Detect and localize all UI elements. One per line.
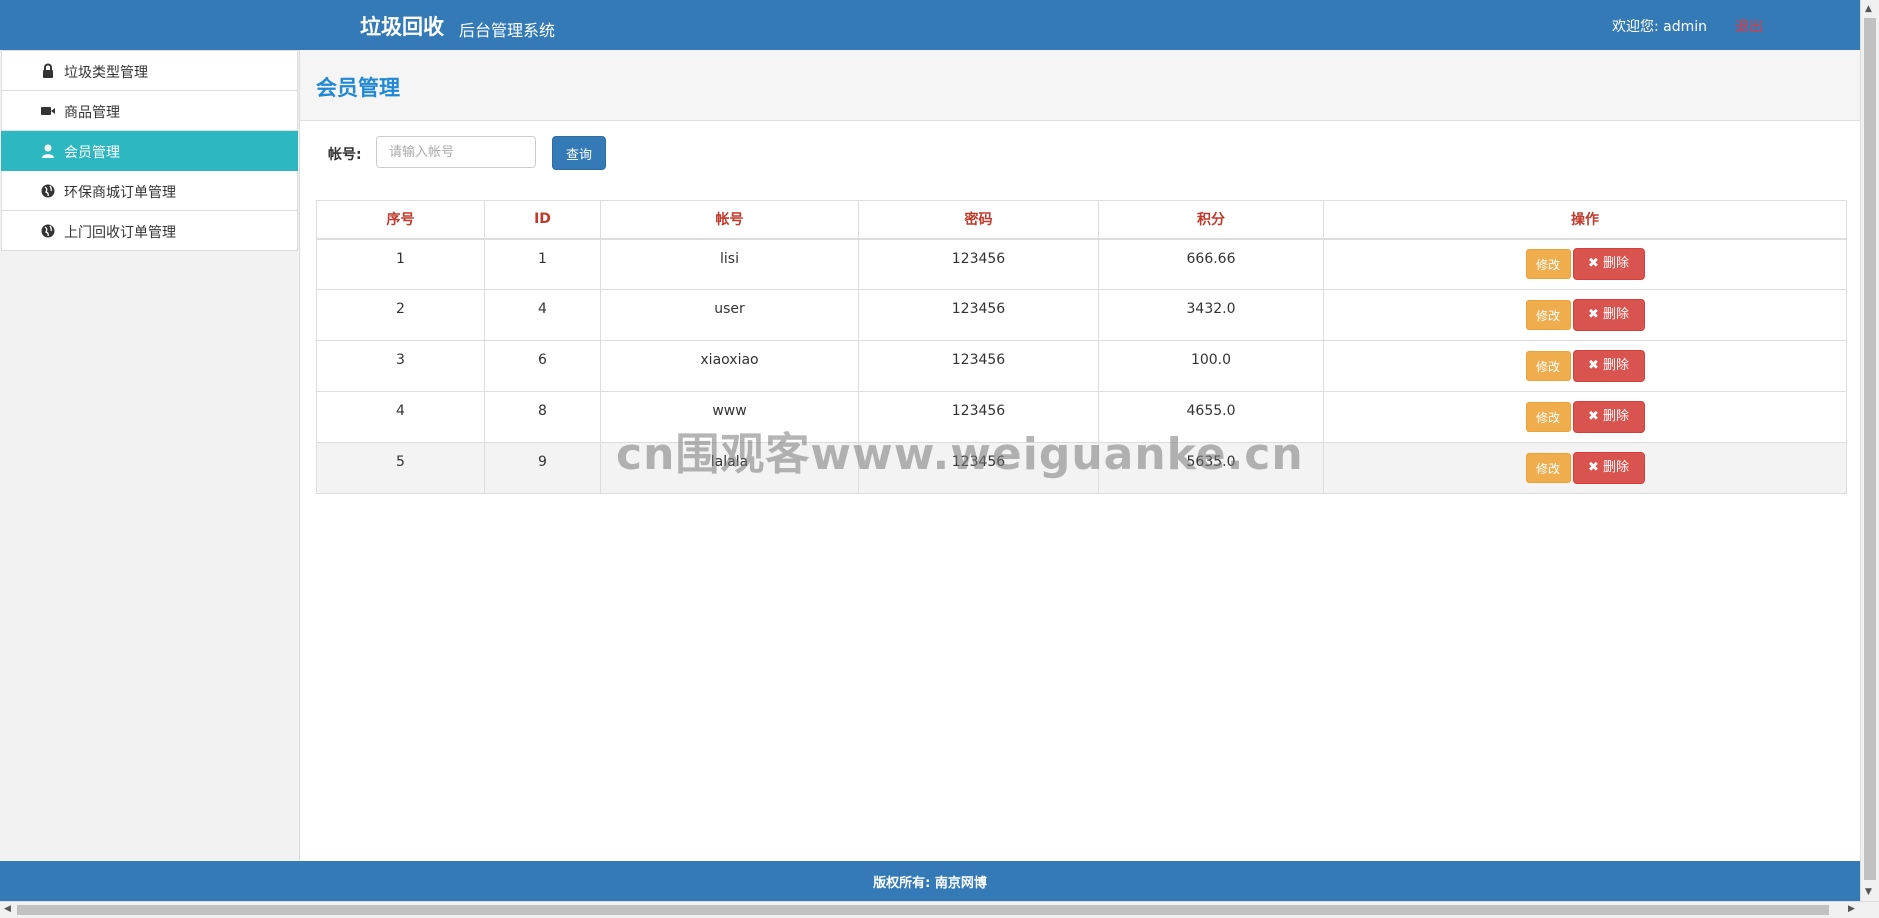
column-header-password: 密码: [858, 200, 1099, 240]
cell-account: xiaoxiao: [600, 340, 859, 392]
table-header-row: 序号 ID 帐号 密码 积分 操作: [316, 200, 1847, 240]
cell-id: 9: [484, 442, 601, 494]
cell-account: user: [600, 289, 859, 341]
edit-button[interactable]: 修改: [1525, 401, 1571, 432]
edit-button[interactable]: 修改: [1525, 248, 1571, 279]
edit-button[interactable]: 修改: [1525, 350, 1571, 381]
cell-index: 1: [316, 238, 485, 290]
sidebar-item-mall-orders[interactable]: 环保商城订单管理: [1, 171, 298, 211]
sidebar-item-members[interactable]: 会员管理: [1, 131, 298, 171]
cell-actions: 修改 ✖ 删除: [1323, 340, 1847, 392]
brand-title: 垃圾回收: [360, 15, 444, 39]
sidebar-menu: 垃圾类型管理 商品管理 会员管理 环保商城订单管理 上门回收订单管理: [1, 50, 298, 251]
edit-button[interactable]: 修改: [1525, 452, 1571, 483]
cell-points: 666.66: [1098, 238, 1324, 290]
cell-points: 100.0: [1098, 340, 1324, 392]
sidebar-item-goods[interactable]: 商品管理: [1, 91, 298, 131]
scroll-left-arrow-icon[interactable]: ◀: [4, 904, 11, 914]
delete-label: 删除: [1602, 459, 1629, 475]
sidebar-item-label: 垃圾类型管理: [64, 65, 148, 81]
delete-button[interactable]: ✖ 删除: [1572, 451, 1645, 484]
table-row: 2 4 user 123456 3432.0 修改 ✖ 删除: [316, 289, 1847, 341]
sidebar-item-pickup-orders[interactable]: 上门回收订单管理: [1, 211, 298, 251]
column-header-account: 帐号: [600, 200, 859, 240]
delete-button[interactable]: ✖ 删除: [1572, 400, 1645, 433]
logout-link[interactable]: 退出: [1735, 16, 1763, 36]
column-header-index: 序号: [316, 200, 485, 240]
watermark: cn围观客www.weiguanke.cn: [616, 429, 1304, 480]
brand-subtitle: 后台管理系统: [459, 21, 556, 40]
page-title: 会员管理: [316, 76, 400, 100]
sidebar: 垃圾类型管理 商品管理 会员管理 环保商城订单管理 上门回收订单管理: [0, 50, 300, 861]
account-label: 帐号:: [328, 147, 362, 163]
cell-id: 1: [484, 238, 601, 290]
cell-actions: 修改 ✖ 删除: [1323, 238, 1847, 290]
cell-id: 6: [484, 340, 601, 392]
table-row: 1 1 lisi 123456 666.66 修改 ✖ 删除: [316, 238, 1847, 290]
column-header-actions: 操作: [1323, 200, 1847, 240]
cell-actions: 修改 ✖ 删除: [1323, 442, 1847, 494]
lock-icon: [43, 63, 53, 78]
cell-password: 123456: [858, 340, 1099, 392]
cell-index: 2: [316, 289, 485, 341]
scroll-up-arrow-icon[interactable]: ▲: [1865, 4, 1872, 14]
close-icon: ✖: [1588, 408, 1599, 424]
cell-password: 123456: [858, 289, 1099, 341]
table-row: 3 6 xiaoxiao 123456 100.0 修改 ✖ 删除: [316, 340, 1847, 392]
page-header: 会员管理: [300, 50, 1860, 121]
search-button[interactable]: 查询: [552, 136, 606, 170]
delete-button[interactable]: ✖ 删除: [1572, 298, 1645, 331]
delete-label: 删除: [1602, 408, 1629, 424]
column-header-points: 积分: [1098, 200, 1324, 240]
cell-index: 3: [316, 340, 485, 392]
close-icon: ✖: [1588, 306, 1599, 322]
vertical-scrollbar[interactable]: ▲ ▼: [1860, 0, 1879, 901]
cell-index: 5: [316, 442, 485, 494]
copyright-text: 版权所有: 南京网博: [873, 876, 987, 891]
cell-password: 123456: [858, 238, 1099, 290]
cell-id: 4: [484, 289, 601, 341]
video-icon: [41, 107, 55, 115]
column-header-id: ID: [484, 200, 601, 240]
close-icon: ✖: [1588, 459, 1599, 475]
delete-label: 删除: [1602, 306, 1629, 322]
top-navbar: 垃圾回收 后台管理系统 欢迎您: admin 退出: [0, 0, 1860, 50]
sidebar-item-label: 环保商城订单管理: [64, 185, 176, 201]
delete-label: 删除: [1602, 357, 1629, 373]
cell-actions: 修改 ✖ 删除: [1323, 289, 1847, 341]
cell-id: 8: [484, 391, 601, 443]
cell-points: 3432.0: [1098, 289, 1324, 341]
sidebar-item-label: 上门回收订单管理: [64, 225, 176, 241]
close-icon: ✖: [1588, 357, 1599, 373]
cell-account: lisi: [600, 238, 859, 290]
cell-index: 4: [316, 391, 485, 443]
delete-button[interactable]: ✖ 删除: [1572, 349, 1645, 382]
user-icon: [42, 144, 54, 158]
edit-button[interactable]: 修改: [1525, 299, 1571, 330]
horizontal-scroll-thumb[interactable]: [17, 905, 1829, 915]
globe-icon: [41, 184, 55, 198]
delete-label: 删除: [1602, 255, 1629, 271]
sidebar-item-label: 商品管理: [64, 105, 120, 121]
scroll-down-arrow-icon[interactable]: ▼: [1865, 887, 1872, 897]
close-icon: ✖: [1588, 255, 1599, 271]
welcome-text: 欢迎您: admin: [1612, 19, 1708, 35]
scroll-right-arrow-icon[interactable]: ▶: [1848, 904, 1855, 914]
delete-button[interactable]: ✖ 删除: [1572, 247, 1645, 280]
footer: 版权所有: 南京网博: [0, 861, 1860, 901]
account-search-input[interactable]: [376, 136, 536, 168]
sidebar-item-label: 会员管理: [64, 145, 120, 161]
vertical-scroll-thumb[interactable]: [1864, 18, 1876, 880]
globe-icon: [41, 224, 55, 238]
cell-actions: 修改 ✖ 删除: [1323, 391, 1847, 443]
sidebar-item-garbage-types[interactable]: 垃圾类型管理: [1, 50, 298, 91]
horizontal-scrollbar[interactable]: ◀ ▶: [0, 901, 1879, 918]
